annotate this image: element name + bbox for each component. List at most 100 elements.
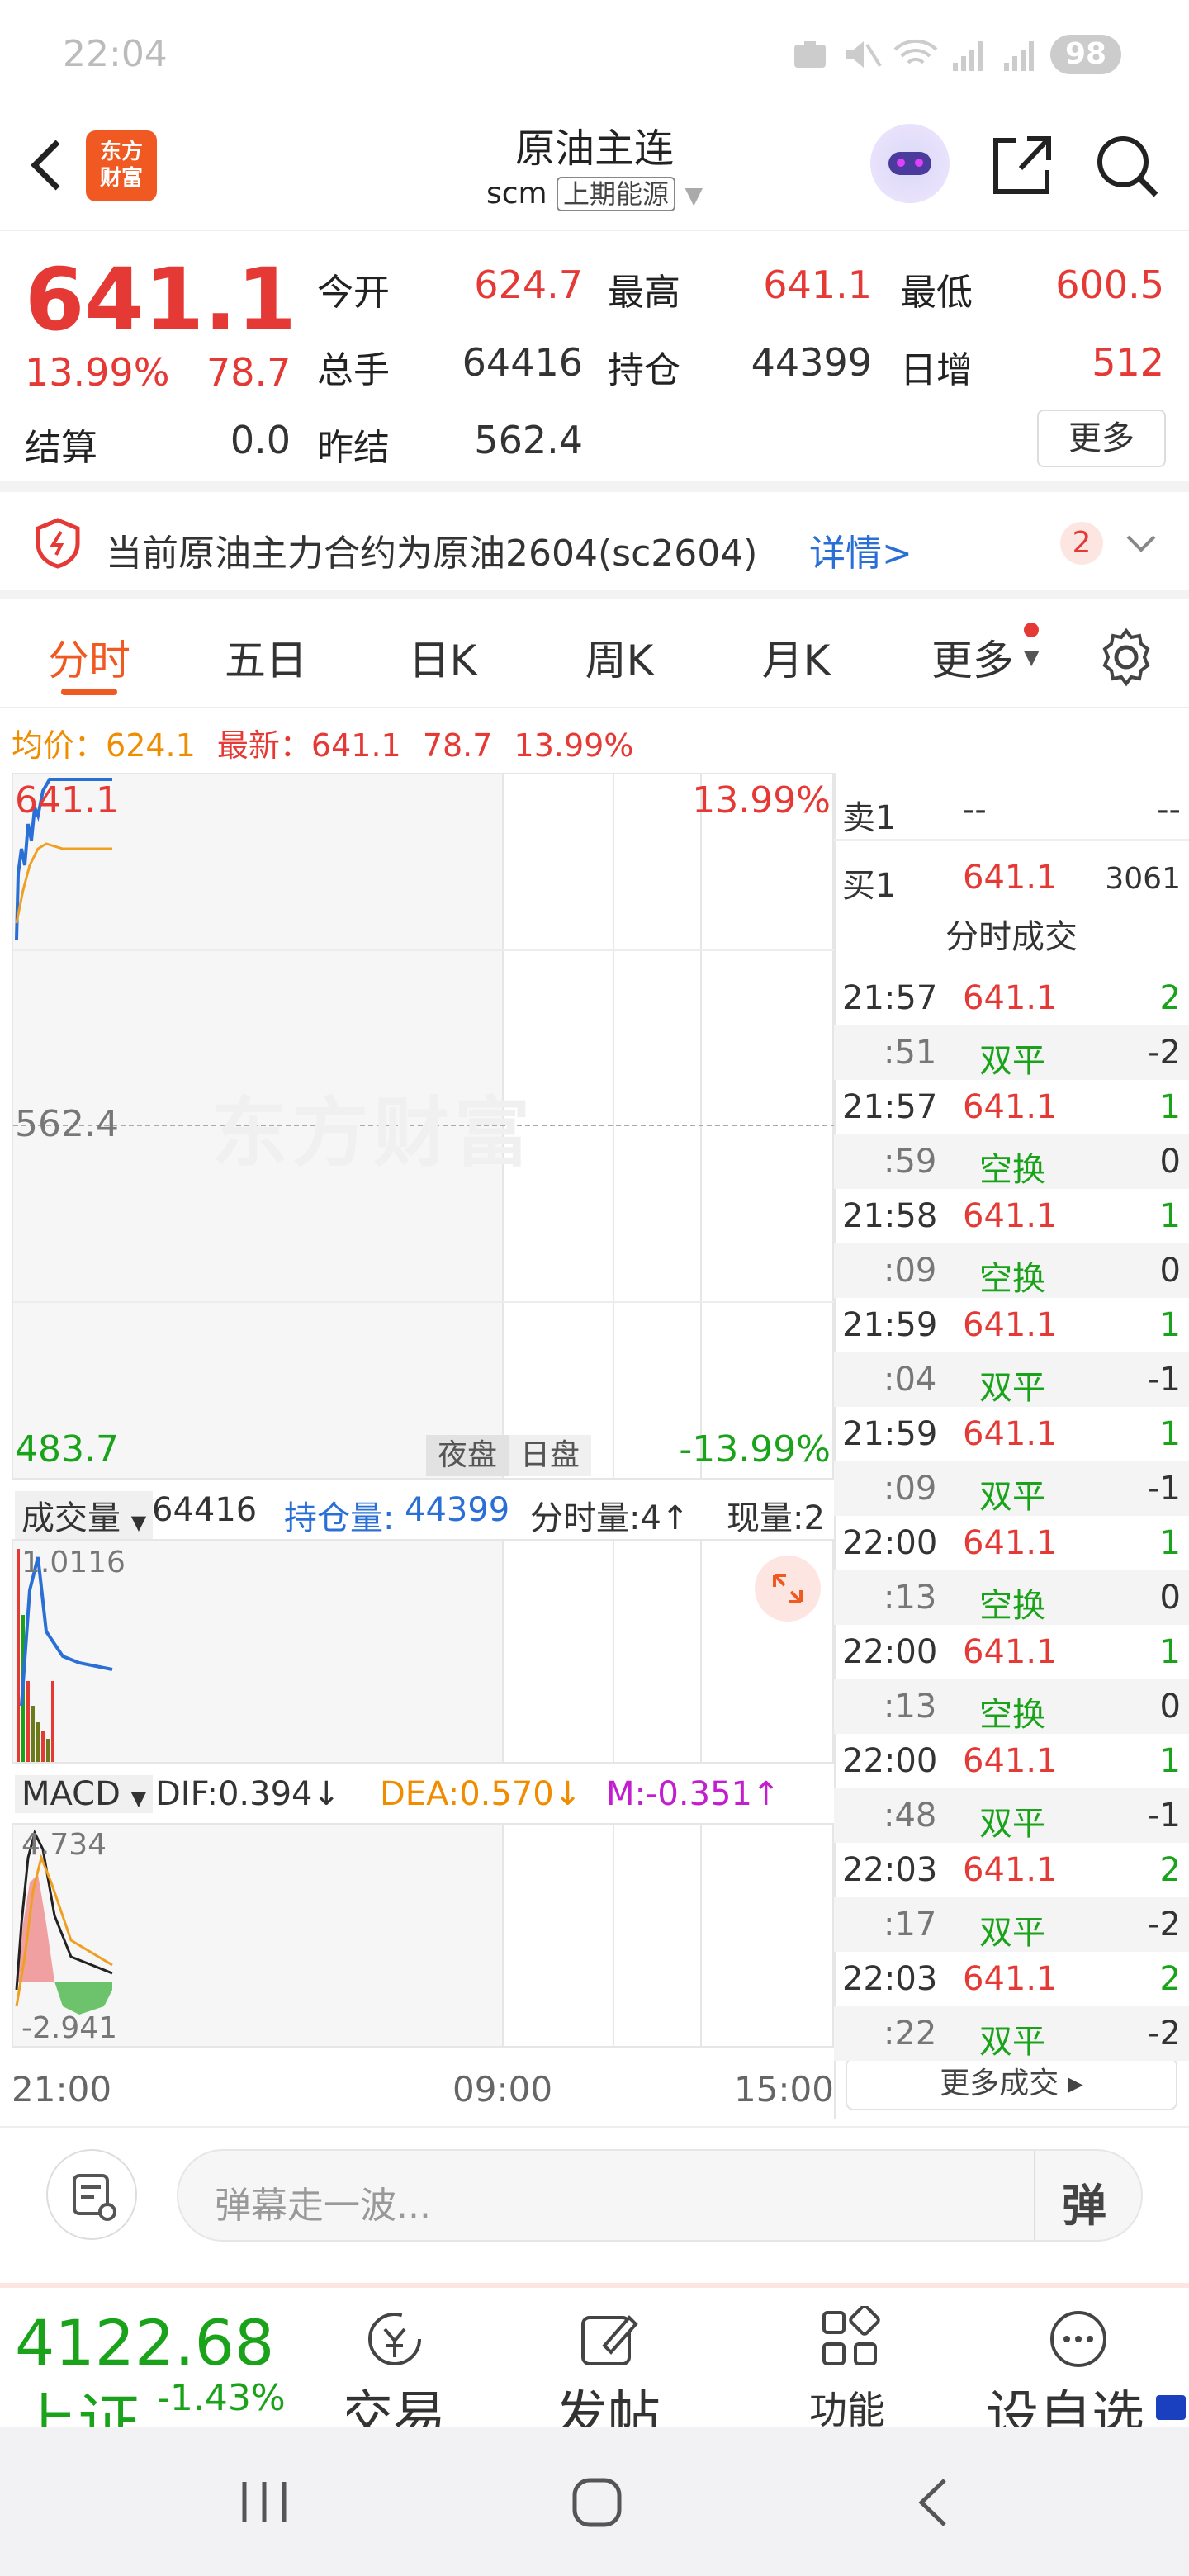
logo-text-2: 财富: [99, 166, 143, 191]
trade-icon: [368, 2313, 421, 2365]
banner-detail-link[interactable]: 详情>: [809, 523, 912, 576]
header: 东方 财富 原油主连 scm 上期能源 ▼: [0, 107, 1189, 231]
trade-volume: 1: [1159, 1524, 1181, 1562]
trade-type: 双平: [979, 1914, 1045, 1952]
trade-seconds: :59: [883, 1143, 937, 1181]
trade-type: 空换: [979, 1696, 1045, 1734]
contract-subtitle[interactable]: scm 上期能源 ▼: [347, 173, 842, 211]
index-ticker[interactable]: 4122.68 上证 -1.43%: [0, 2288, 347, 2428]
signal-icon-1: [953, 41, 983, 71]
trade-seconds: :17: [883, 1906, 937, 1944]
volume-value: 64416: [152, 1491, 258, 1529]
comment-input[interactable]: 弹幕走一波... 弹: [177, 2149, 1143, 2242]
index-name: 上证: [15, 2386, 140, 2428]
chevron-down-icon[interactable]: [1123, 528, 1159, 558]
trade-oi-change: 0: [1159, 1579, 1181, 1617]
sell1-label: 卖1: [842, 799, 897, 837]
expand-icon[interactable]: [755, 1556, 821, 1622]
nav-trade-label: 交易: [347, 2386, 446, 2428]
notice-banner[interactable]: 当前原油主力合约为原油2604(sc2604) 详情> 2: [0, 492, 1189, 599]
change-value: 78.7: [206, 350, 291, 395]
more-trades-button[interactable]: 更多成交 ▸: [846, 2057, 1177, 2110]
stat-label-settle: 结算: [25, 427, 97, 469]
volume-selector[interactable]: 成交量 ▼: [15, 1491, 154, 1539]
tab-more[interactable]: 更多: [907, 627, 1039, 687]
more-stats-button[interactable]: 更多: [1037, 410, 1166, 467]
index-change: -1.43%: [157, 2377, 286, 2419]
trade-oi-change: 0: [1159, 1143, 1181, 1181]
latest-label: 最新：: [216, 727, 311, 764]
trade-time: 22:00: [842, 1742, 938, 1780]
trade-oi-change: 0: [1159, 1252, 1181, 1290]
nav-function[interactable]: 功能: [793, 2288, 908, 2428]
trade-price: 641.1: [963, 1960, 1058, 1998]
stat-label-oi: 持仓: [608, 349, 680, 391]
nav-trade[interactable]: 交易: [347, 2288, 446, 2428]
trade-type: 空换: [979, 1151, 1045, 1189]
back-icon[interactable]: [20, 132, 69, 198]
stat-value-prev-settle: 562.4: [474, 418, 583, 462]
axis-top-price: 641.1: [15, 779, 119, 822]
macd-header: MACD ▼ DIF:0.394↓ DEA:0.570↓ M:-0.351↑: [12, 1765, 834, 1823]
note-icon[interactable]: [46, 2149, 137, 2240]
logo-text-1: 东方: [99, 140, 143, 164]
trade-price: 641.1: [963, 1306, 1058, 1344]
stat-value-settle: 0.0: [230, 418, 291, 462]
trade-time: 21:59: [842, 1415, 938, 1453]
macd-selector[interactable]: MACD ▼: [15, 1775, 154, 1813]
recent-apps-icon[interactable]: [236, 2477, 294, 2526]
stat-value-oi: 44399: [751, 340, 872, 385]
trade-time: 22:00: [842, 1633, 938, 1671]
chart-tabs: 分时 五日 日K 周K 月K 更多 ▼: [0, 603, 1189, 708]
volume-chart[interactable]: 1.0116: [12, 1539, 834, 1764]
trade-price: 641.1: [963, 1088, 1058, 1126]
sell1-volume: --: [1157, 791, 1181, 829]
buy1-price: 641.1: [963, 859, 1058, 897]
trade-oi-change: -2: [1148, 2015, 1181, 2053]
sell1-price: --: [963, 791, 987, 829]
macd-bottom-label: -2.941: [21, 2011, 118, 2045]
trade-row: 21:57 641.1 2: [834, 971, 1189, 1025]
tab-weekly-k[interactable]: 周K: [553, 627, 685, 687]
buy1-row: 买1 641.1 3061: [834, 850, 1189, 905]
trade-price: 641.1: [963, 1633, 1058, 1671]
back-nav-icon[interactable]: [912, 2475, 953, 2530]
axis-mid-price: 562.4: [15, 1103, 119, 1145]
search-icon[interactable]: [1093, 132, 1163, 201]
home-icon[interactable]: [570, 2475, 624, 2530]
bottom-nav: 4122.68 上证 -1.43% 交易 发帖 功能 设自选: [0, 2283, 1189, 2428]
notification-icon: [794, 41, 826, 68]
robot-assistant-icon[interactable]: [870, 124, 950, 203]
macd-dea: DEA:0.570↓: [380, 1775, 582, 1813]
stat-value-high: 641.1: [763, 263, 872, 307]
flag-badge: [1156, 2395, 1186, 2420]
price-chart[interactable]: 东方财富 641.1 13.99% 562.4 483.7 -13.99% 夜盘…: [12, 773, 836, 1480]
quote-panel: 641.1 13.99% 78.7 今开 624.7 最高 641.1 最低 6…: [0, 233, 1189, 489]
comment-bar: 弹幕走一波... 弹: [0, 2126, 1189, 2283]
nav-watchlist[interactable]: 设自选: [983, 2288, 1189, 2428]
trade-detail-row: :13 空换 0: [834, 1570, 1189, 1625]
trade-volume: 2: [1159, 1851, 1181, 1889]
tab-monthly-k[interactable]: 月K: [730, 627, 862, 687]
barrage-toggle[interactable]: 弹: [1062, 2169, 1106, 2234]
macd-m: M:-0.351↑: [606, 1775, 780, 1813]
trade-seconds: :48: [883, 1797, 937, 1835]
tab-five-day[interactable]: 五日: [200, 627, 332, 687]
session-day-label: 日盘: [509, 1435, 591, 1476]
trade-detail-row: :51 双平 -2: [834, 1025, 1189, 1080]
trade-type: 空换: [979, 1260, 1045, 1298]
oi-value: 44399: [405, 1491, 510, 1529]
trade-volume: 1: [1159, 1633, 1181, 1671]
settings-gear-icon[interactable]: [1095, 626, 1158, 689]
trade-row: 22:00 641.1 1: [834, 1734, 1189, 1788]
macd-chart[interactable]: 4.734 -2.941: [12, 1823, 834, 2048]
axis-top-pct: 13.99%: [692, 779, 831, 822]
trade-volume: 1: [1159, 1197, 1181, 1235]
nav-post-label: 发帖: [561, 2386, 661, 2428]
share-icon[interactable]: [988, 132, 1054, 198]
trade-seconds: :04: [883, 1361, 937, 1399]
tab-intraday[interactable]: 分时: [23, 627, 155, 687]
nav-post[interactable]: 发帖: [561, 2288, 669, 2428]
time-tick-start: 21:00: [12, 2069, 112, 2110]
tab-daily-k[interactable]: 日K: [377, 627, 509, 687]
